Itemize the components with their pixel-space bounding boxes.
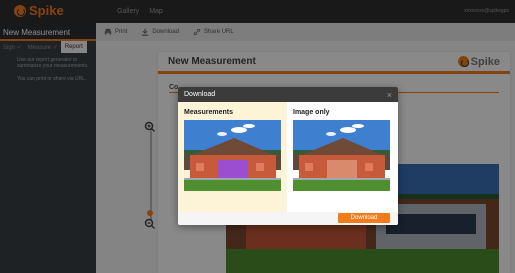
option-measurements-label: Measurements: [184, 109, 234, 116]
dialog-header: Download ×: [178, 87, 398, 102]
close-icon[interactable]: ×: [387, 90, 392, 100]
option-measurements[interactable]: Measurements: [178, 102, 287, 212]
option-image-only[interactable]: Image only: [287, 102, 398, 212]
dialog-title: Download: [184, 91, 216, 98]
download-dialog: Download × Measurements Image only Downl…: [178, 87, 398, 225]
measurements-thumbnail: [184, 120, 281, 191]
dialog-footer: Download: [178, 212, 398, 225]
option-image-only-label: Image only: [293, 109, 330, 116]
download-button[interactable]: Download: [338, 213, 390, 223]
image-only-thumbnail: [293, 120, 390, 191]
